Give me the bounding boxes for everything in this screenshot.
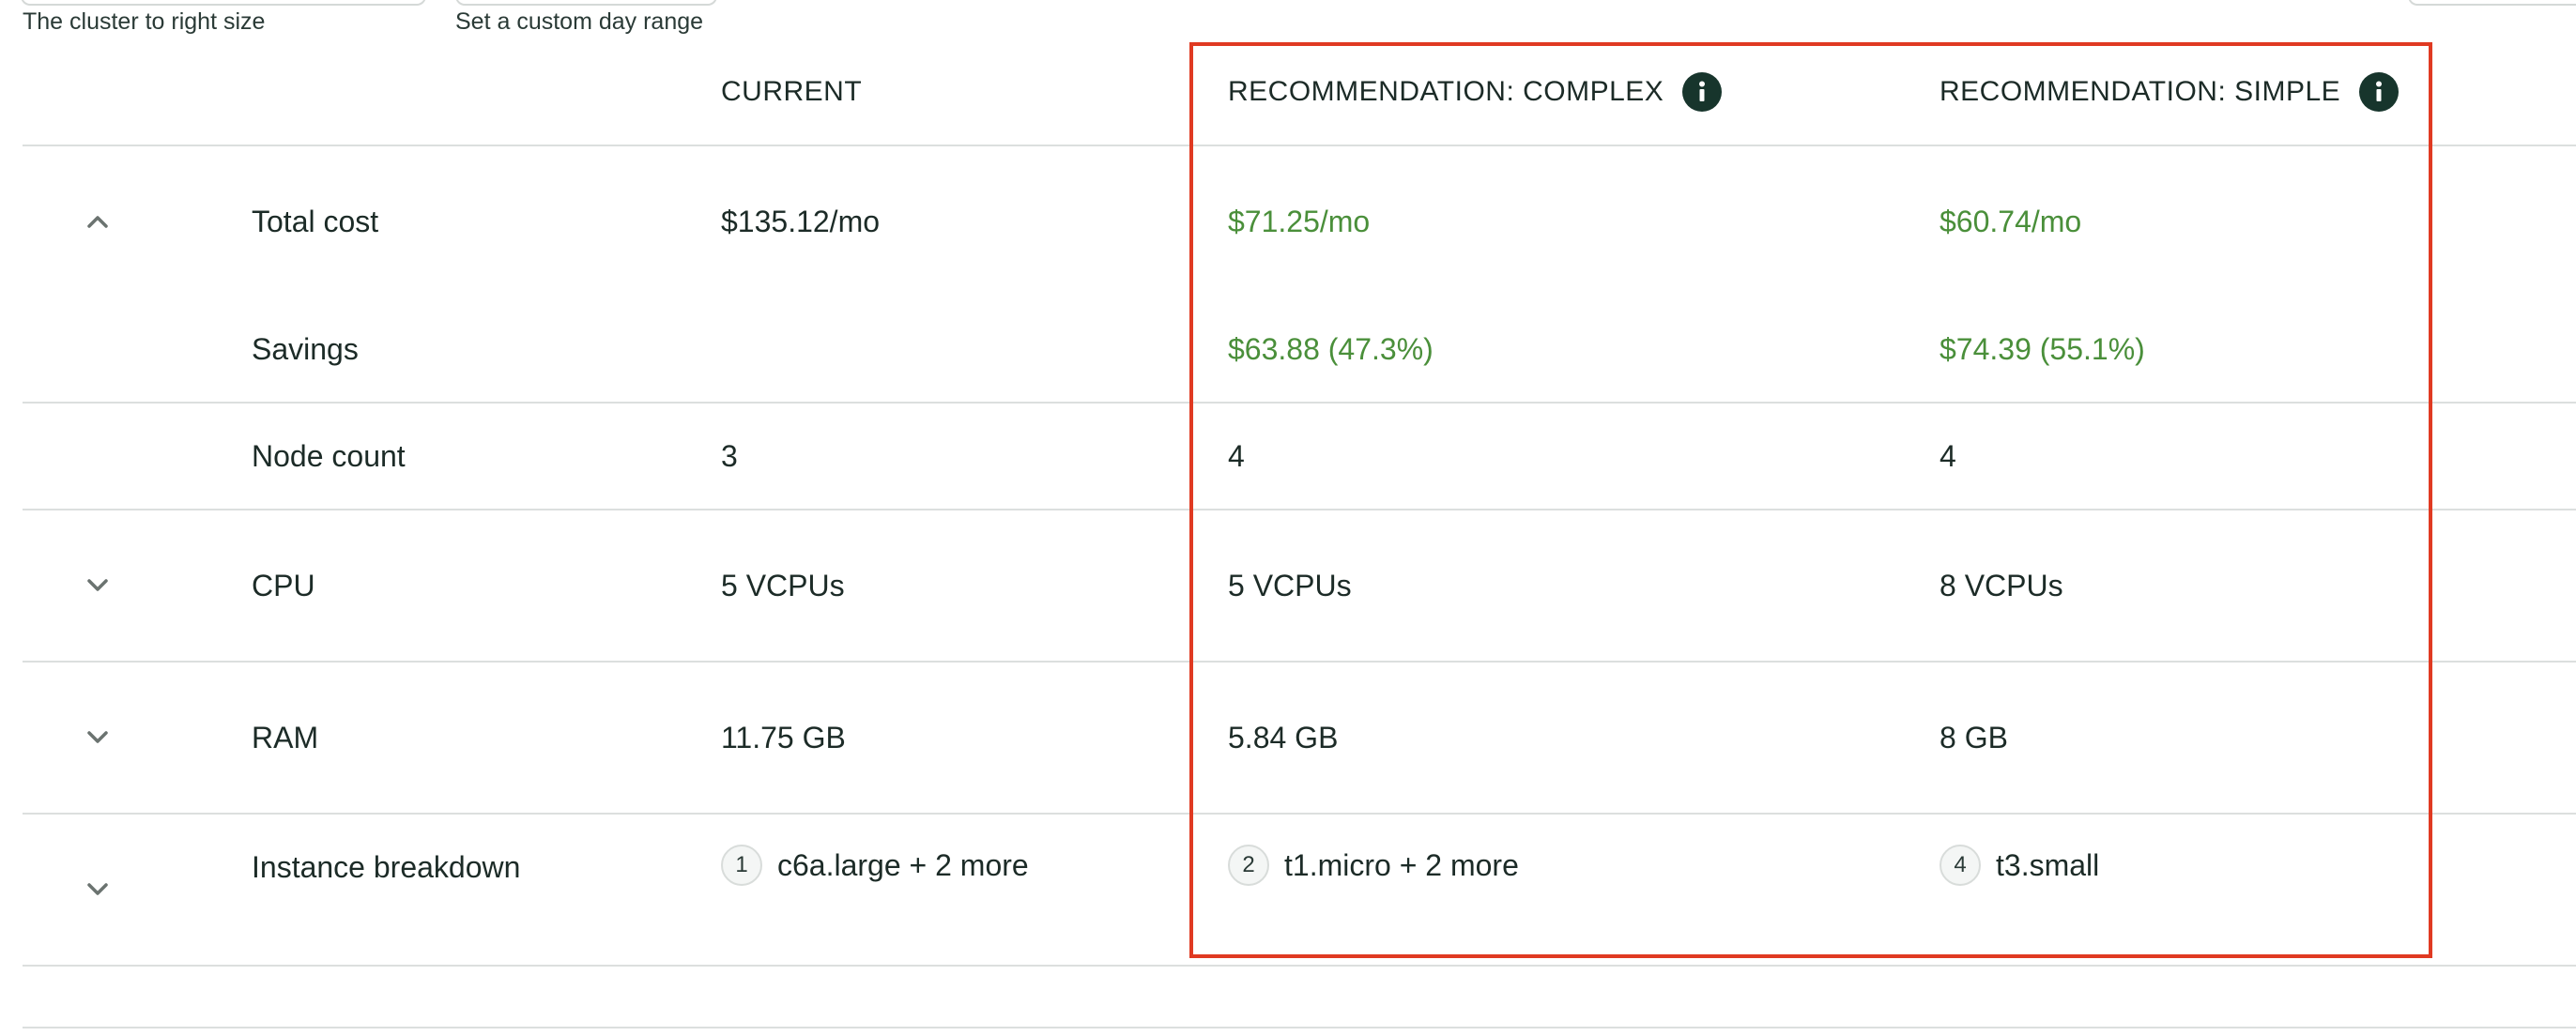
row-divider xyxy=(23,145,2576,146)
row-divider xyxy=(23,661,2576,663)
instance-summary: c6a.large + 2 more xyxy=(777,847,1029,882)
row-divider xyxy=(23,813,2576,815)
ram-simple: 8 GB xyxy=(1940,721,2008,754)
total-cost-current: $135.12/mo xyxy=(721,205,881,238)
row-label-instance-breakdown: Instance breakdown xyxy=(252,850,521,884)
column-header-complex: RECOMMENDATION: COMPLEX xyxy=(1228,72,1723,112)
chevron-down-icon[interactable] xyxy=(79,871,116,908)
info-icon[interactable] xyxy=(1682,72,1723,112)
instance-summary: t1.micro + 2 more xyxy=(1284,847,1519,882)
chevron-down-icon[interactable] xyxy=(79,719,116,756)
chevron-up-icon[interactable] xyxy=(79,203,116,240)
instance-summary: t3.small xyxy=(1996,847,2100,882)
column-header-simple: RECOMMENDATION: SIMPLE xyxy=(1940,72,2400,112)
row-label-cpu: CPU xyxy=(252,569,315,602)
cluster-helper-text: The cluster to right size xyxy=(23,8,266,35)
column-header-complex-label: RECOMMENDATION: COMPLEX xyxy=(1228,76,1664,107)
top-right-button[interactable] xyxy=(2408,0,2576,6)
total-cost-complex: $71.25/mo xyxy=(1228,205,1371,238)
day-range-helper-text: Set a custom day range xyxy=(455,8,704,35)
row-label-node-count: Node count xyxy=(252,439,406,473)
total-cost-simple: $60.74/mo xyxy=(1940,205,2082,238)
row-divider xyxy=(23,509,2576,510)
info-icon[interactable] xyxy=(2359,72,2400,112)
row-divider xyxy=(23,1027,2576,1028)
ram-complex: 5.84 GB xyxy=(1228,721,1339,754)
node-count-complex: 4 xyxy=(1228,439,1245,473)
savings-complex: $63.88 (47.3%) xyxy=(1228,332,1434,366)
chevron-down-icon[interactable] xyxy=(79,567,116,604)
row-label-total-cost: Total cost xyxy=(252,205,379,238)
ram-current: 11.75 GB xyxy=(721,721,846,754)
row-label-ram: RAM xyxy=(252,721,319,754)
instance-count-badge: 1 xyxy=(721,845,762,886)
row-label-savings: Savings xyxy=(252,332,359,366)
instance-count-badge: 4 xyxy=(1940,845,1981,886)
instance-breakdown-simple[interactable]: 4 t3.small xyxy=(1940,845,2099,886)
row-divider xyxy=(23,402,2576,404)
cpu-current: 5 VCPUs xyxy=(721,569,845,602)
row-divider xyxy=(23,965,2576,967)
instance-breakdown-complex[interactable]: 2 t1.micro + 2 more xyxy=(1228,845,1519,886)
cpu-complex: 5 VCPUs xyxy=(1228,569,1352,602)
column-header-simple-label: RECOMMENDATION: SIMPLE xyxy=(1940,76,2341,107)
cpu-simple: 8 VCPUs xyxy=(1940,569,2063,602)
instance-breakdown-current[interactable]: 1 c6a.large + 2 more xyxy=(721,845,1029,886)
savings-simple: $74.39 (55.1%) xyxy=(1940,332,2145,366)
column-header-current: CURRENT xyxy=(721,73,862,111)
column-header-current-label: CURRENT xyxy=(721,76,863,107)
instance-count-badge: 2 xyxy=(1228,845,1269,886)
cluster-select[interactable] xyxy=(21,0,426,6)
node-count-simple: 4 xyxy=(1940,439,1956,473)
recommendations-highlight-box xyxy=(1189,42,2432,958)
day-range-select[interactable] xyxy=(455,0,717,6)
node-count-current: 3 xyxy=(721,439,738,473)
